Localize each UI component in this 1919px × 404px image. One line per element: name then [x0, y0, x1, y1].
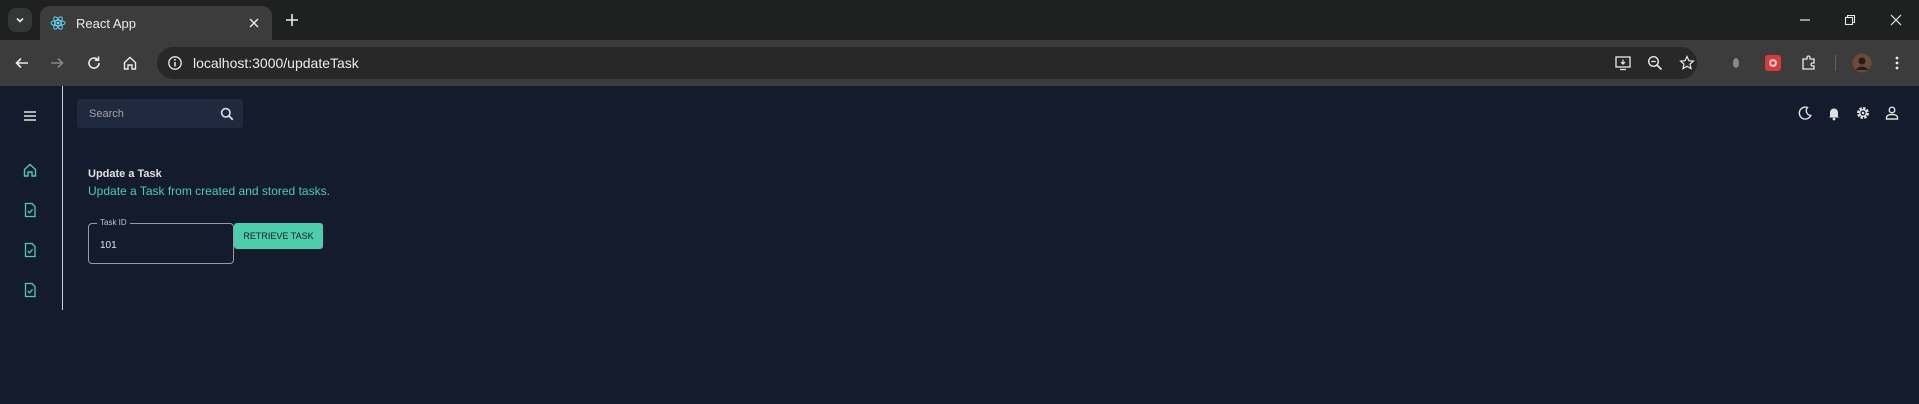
extension-red-button[interactable]: [1761, 51, 1785, 75]
more-vertical-icon: [1895, 56, 1899, 70]
extension-dropper-button[interactable]: [1724, 51, 1748, 75]
minimize-icon: [1800, 19, 1810, 21]
react-logo-icon: [50, 16, 66, 30]
site-info-button[interactable]: [165, 53, 185, 73]
back-button[interactable]: [10, 51, 34, 75]
dark-mode-toggle[interactable]: [1795, 103, 1815, 123]
install-app-icon: [1615, 56, 1631, 71]
app-root: Update a Task Update a Task from created…: [0, 86, 1919, 404]
sidebar-menu-toggle[interactable]: [20, 106, 40, 126]
notifications-icon: [1829, 108, 1839, 121]
task-check-icon: [24, 242, 36, 258]
home-button[interactable]: [118, 51, 142, 75]
toolbar-divider: [1835, 55, 1836, 71]
reload-icon: [88, 56, 100, 69]
page-title: Update a Task: [88, 168, 162, 180]
arrow-left-icon: [15, 57, 28, 69]
reload-button[interactable]: [82, 51, 106, 75]
profile-button[interactable]: [1850, 51, 1874, 75]
tab-title: React App: [76, 15, 136, 31]
browser-menu-button[interactable]: [1885, 51, 1909, 75]
browser-tab-active[interactable]: React App: [40, 6, 272, 40]
task-check-icon: [24, 282, 36, 298]
address-bar[interactable]: localhost:3000/updateTask: [157, 47, 1697, 79]
search-input[interactable]: [89, 106, 209, 122]
bookmark-button[interactable]: [1677, 53, 1697, 73]
task-id-field: Task ID: [88, 218, 234, 264]
sidebar-item-task-3[interactable]: [20, 280, 40, 300]
extension-badge-icon: [1765, 55, 1781, 71]
new-tab-button[interactable]: [282, 10, 302, 30]
restore-button[interactable]: [1838, 8, 1862, 32]
retrieve-task-button[interactable]: RETRIEVE TASK: [234, 223, 323, 249]
search-button[interactable]: [217, 104, 237, 124]
sidebar: [0, 86, 63, 310]
close-icon: [1890, 14, 1902, 26]
browser-toolbar: localhost:3000/updateTask: [0, 40, 1919, 86]
plus-icon: [286, 14, 298, 26]
person-icon: [1885, 106, 1899, 120]
browser-tab-bar: React App: [0, 0, 1919, 40]
home-icon: [23, 163, 37, 177]
sidebar-item-task-2[interactable]: [20, 240, 40, 260]
puzzle-icon: [1802, 55, 1815, 70]
settings-icon: [1857, 107, 1869, 119]
tab-close-button[interactable]: [246, 15, 262, 31]
minimize-button[interactable]: [1793, 8, 1817, 32]
task-id-input[interactable]: [100, 238, 220, 252]
eyedropper-icon: [1733, 58, 1739, 68]
sidebar-item-task-1[interactable]: [20, 200, 40, 220]
sidebar-item-home[interactable]: [20, 160, 40, 180]
profile-button[interactable]: [1882, 103, 1902, 123]
zoom-button[interactable]: [1645, 53, 1665, 73]
dark-mode-icon: [1798, 106, 1812, 120]
settings-button[interactable]: [1853, 103, 1873, 123]
restore-icon: [1844, 14, 1856, 26]
extensions-button[interactable]: [1797, 51, 1821, 75]
close-window-button[interactable]: [1884, 8, 1908, 32]
zoom-out-icon: [1647, 55, 1663, 71]
star-icon: [1679, 55, 1695, 70]
arrow-right-icon: [51, 57, 64, 69]
avatar: [1852, 53, 1872, 73]
notifications-button[interactable]: [1824, 103, 1844, 123]
forward-button[interactable]: [45, 51, 69, 75]
tab-search-button[interactable]: [8, 8, 32, 32]
task-check-icon: [24, 202, 36, 218]
search-box: [77, 99, 243, 128]
info-icon: [168, 56, 182, 70]
search-icon: [220, 107, 234, 121]
url-text: localhost:3000/updateTask: [193, 55, 359, 71]
page-subtitle: Update a Task from created and stored ta…: [88, 184, 330, 198]
home-icon: [123, 56, 137, 70]
menu-icon: [24, 111, 36, 121]
task-id-label: Task ID: [97, 218, 130, 228]
install-app-button[interactable]: [1613, 53, 1633, 73]
chevron-down-icon: [16, 17, 24, 23]
close-icon: [249, 18, 259, 28]
